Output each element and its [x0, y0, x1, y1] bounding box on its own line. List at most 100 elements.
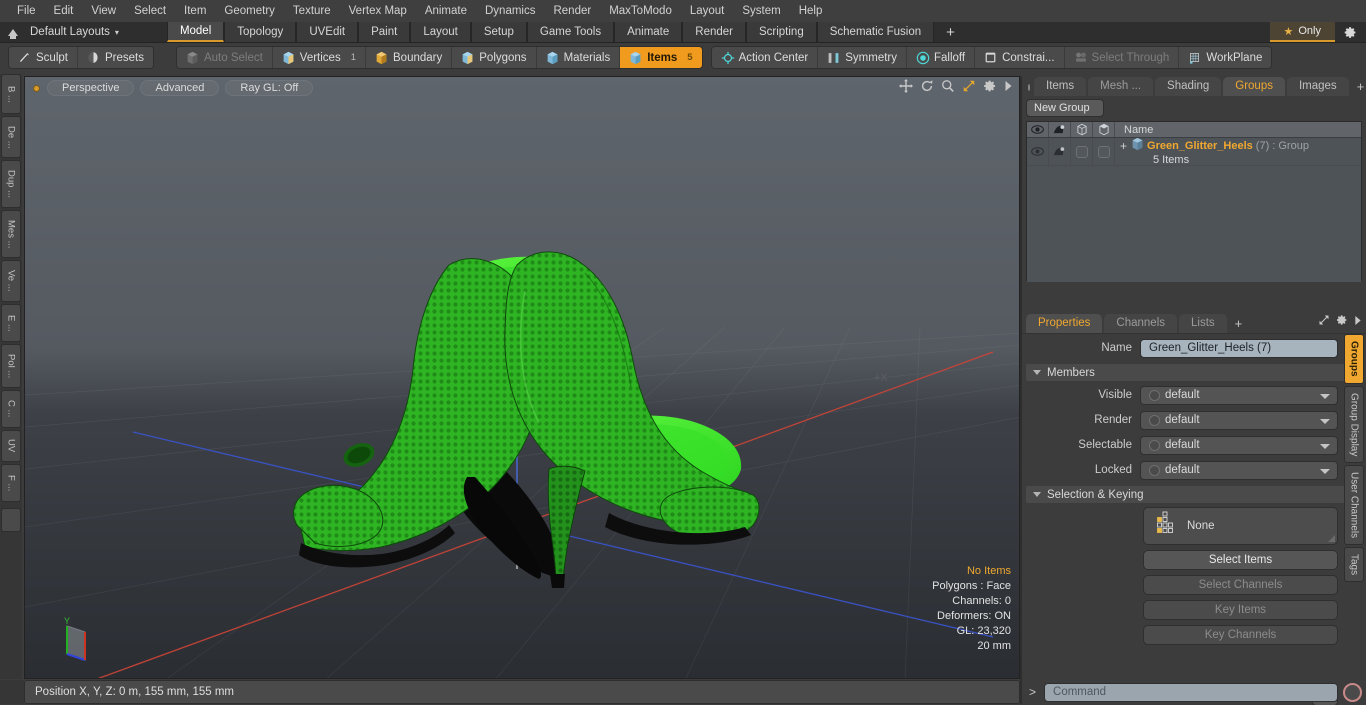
expand-group-icon[interactable]: +	[1120, 139, 1127, 153]
tab-schematic-fusion[interactable]: Schematic Fusion	[816, 22, 935, 42]
expand-icon[interactable]	[1318, 313, 1330, 331]
left-tab-polygon[interactable]: Pol ...	[1, 344, 21, 388]
tab-uvedit[interactable]: UVEdit	[296, 22, 359, 42]
left-tab-curve[interactable]: C ...	[1, 390, 21, 428]
left-tab-mesh-edit[interactable]: Mes ...	[1, 210, 21, 258]
selectable-dropdown[interactable]: default	[1140, 435, 1338, 455]
vtab-user-channels[interactable]: User Channels	[1344, 464, 1364, 546]
row-visible-toggle[interactable]	[1027, 138, 1049, 165]
locked-radio-icon[interactable]	[1149, 464, 1160, 476]
menu-item-render[interactable]: Render	[544, 2, 600, 20]
menu-item-select[interactable]: Select	[125, 2, 175, 20]
tab-topology[interactable]: Topology	[224, 22, 297, 42]
vtab-group-display[interactable]: Group Display	[1344, 385, 1364, 463]
menu-item-animate[interactable]: Animate	[416, 2, 476, 20]
add-properties-tab-button[interactable]: +	[1229, 316, 1249, 333]
left-tab-edge[interactable]: E ...	[1, 304, 21, 342]
viewport-menu-arrow-icon[interactable]	[1004, 80, 1013, 92]
left-tab-fusion[interactable]: F ...	[1, 464, 21, 502]
left-tab-vertex[interactable]: Ve ...	[1, 260, 21, 302]
3d-viewport[interactable]: Perspective Advanced Ray GL: Off +X No I…	[24, 76, 1020, 679]
gear-icon[interactable]	[1336, 313, 1348, 331]
materials-button[interactable]: Materials	[536, 47, 621, 68]
workplane-button[interactable]: WorkPlane	[1179, 47, 1272, 68]
row-wire-checkbox[interactable]	[1093, 138, 1115, 165]
tab-lists[interactable]: Lists	[1179, 314, 1227, 333]
vtab-tags[interactable]: Tags	[1344, 547, 1364, 583]
tab-layout[interactable]: Layout	[410, 22, 471, 42]
symmetry-button[interactable]: Symmetry	[818, 47, 907, 68]
menu-item-layout[interactable]: Layout	[681, 2, 734, 20]
select-through-button[interactable]: Select Through	[1064, 47, 1180, 68]
only-toggle-button[interactable]: ★ Only	[1269, 22, 1335, 42]
zoom-icon[interactable]	[941, 79, 955, 93]
tab-scripting[interactable]: Scripting	[745, 22, 817, 42]
key-items-button[interactable]: Key Items	[1143, 600, 1338, 620]
viewport-shading-dropdown[interactable]: Advanced	[140, 80, 220, 96]
action-center-button[interactable]: Action Center	[711, 47, 819, 68]
panel-tab-items[interactable]: Items	[1034, 77, 1087, 96]
add-layout-tab-button[interactable]: +	[934, 22, 967, 42]
tab-paint[interactable]: Paint	[358, 22, 411, 42]
visible-radio-icon[interactable]	[1149, 389, 1160, 401]
render-dropdown[interactable]: default	[1140, 410, 1338, 430]
selection-keying-section-header[interactable]: Selection & Keying	[1026, 486, 1356, 503]
command-input[interactable]: Command	[1044, 682, 1338, 702]
tab-game-tools[interactable]: Game Tools	[526, 22, 615, 42]
tab-model[interactable]: Model	[166, 22, 225, 42]
gear-icon[interactable]	[1335, 22, 1366, 42]
vertices-button[interactable]: Vertices 1	[272, 47, 367, 68]
menu-item-geometry[interactable]: Geometry	[215, 2, 284, 20]
tab-animate[interactable]: Animate	[614, 22, 683, 42]
tab-channels[interactable]: Channels	[1104, 314, 1178, 333]
left-tab-duplicate[interactable]: Dup ...	[1, 160, 21, 208]
boundary-button[interactable]: Boundary	[366, 47, 453, 68]
tab-setup[interactable]: Setup	[470, 22, 527, 42]
menu-item-file[interactable]: File	[8, 2, 45, 20]
add-panel-tab-button[interactable]: +	[1351, 79, 1366, 96]
viewport-settings-icon[interactable]	[983, 79, 997, 93]
panel-tab-shading[interactable]: Shading	[1155, 77, 1222, 96]
row-render-toggle[interactable]	[1049, 138, 1071, 165]
sculpt-button[interactable]: Sculpt	[9, 47, 78, 68]
menu-item-edit[interactable]: Edit	[45, 2, 83, 20]
panel-menu-arrow-icon[interactable]	[1354, 313, 1362, 331]
panel-tab-groups[interactable]: Groups	[1223, 77, 1285, 96]
home-icon[interactable]	[0, 22, 26, 42]
resize-corner-icon[interactable]	[1328, 535, 1335, 542]
selection-set-box[interactable]: None	[1143, 507, 1338, 545]
name-field[interactable]: Green_Glitter_Heels (7)	[1140, 338, 1338, 358]
panel-tab-images[interactable]: Images	[1286, 77, 1349, 96]
tab-properties[interactable]: Properties	[1026, 314, 1103, 333]
left-tab-extra[interactable]	[1, 508, 21, 532]
constraint-button[interactable]: Constrai...	[975, 47, 1065, 68]
locked-dropdown[interactable]: default	[1140, 460, 1338, 480]
default-layouts-dropdown[interactable]: Default Layouts ▾	[26, 22, 129, 42]
key-channels-button[interactable]: Key Channels	[1143, 625, 1338, 645]
rotate-icon[interactable]	[920, 79, 934, 93]
table-row[interactable]: + Green_Glitter_Heels (7) : Group 5 Item…	[1027, 137, 1361, 166]
pan-icon[interactable]	[899, 79, 913, 93]
falloff-button[interactable]: Falloff	[907, 47, 976, 68]
left-tab-deform[interactable]: De ...	[1, 116, 21, 158]
visible-dropdown[interactable]: default	[1140, 385, 1338, 405]
panel-tab-mesh[interactable]: Mesh ...	[1088, 77, 1154, 96]
menu-item-item[interactable]: Item	[175, 2, 215, 20]
render-radio-icon[interactable]	[1149, 414, 1160, 426]
auto-select-button[interactable]: Auto Select	[176, 47, 273, 68]
presets-button[interactable]: Presets	[77, 47, 153, 68]
left-tab-basic[interactable]: B ...	[1, 74, 21, 114]
menu-item-vertex-map[interactable]: Vertex Map	[340, 2, 416, 20]
menu-item-maxtomodo[interactable]: MaxToModo	[600, 2, 681, 20]
viewport-projection-dropdown[interactable]: Perspective	[47, 80, 135, 96]
fit-icon[interactable]	[962, 79, 976, 93]
group-list[interactable]: Name + Green_Glitter_Heels (7): Group 5…	[1026, 121, 1362, 282]
group-list-empty-area[interactable]	[1027, 166, 1361, 282]
selectable-radio-icon[interactable]	[1149, 439, 1160, 451]
menu-item-dynamics[interactable]: Dynamics	[476, 2, 544, 20]
polygons-button[interactable]: Polygons	[452, 47, 537, 68]
menu-item-view[interactable]: View	[82, 2, 125, 20]
tab-render[interactable]: Render	[682, 22, 746, 42]
vtab-groups[interactable]: Groups	[1344, 334, 1364, 384]
left-tab-uv[interactable]: UV	[1, 430, 21, 462]
